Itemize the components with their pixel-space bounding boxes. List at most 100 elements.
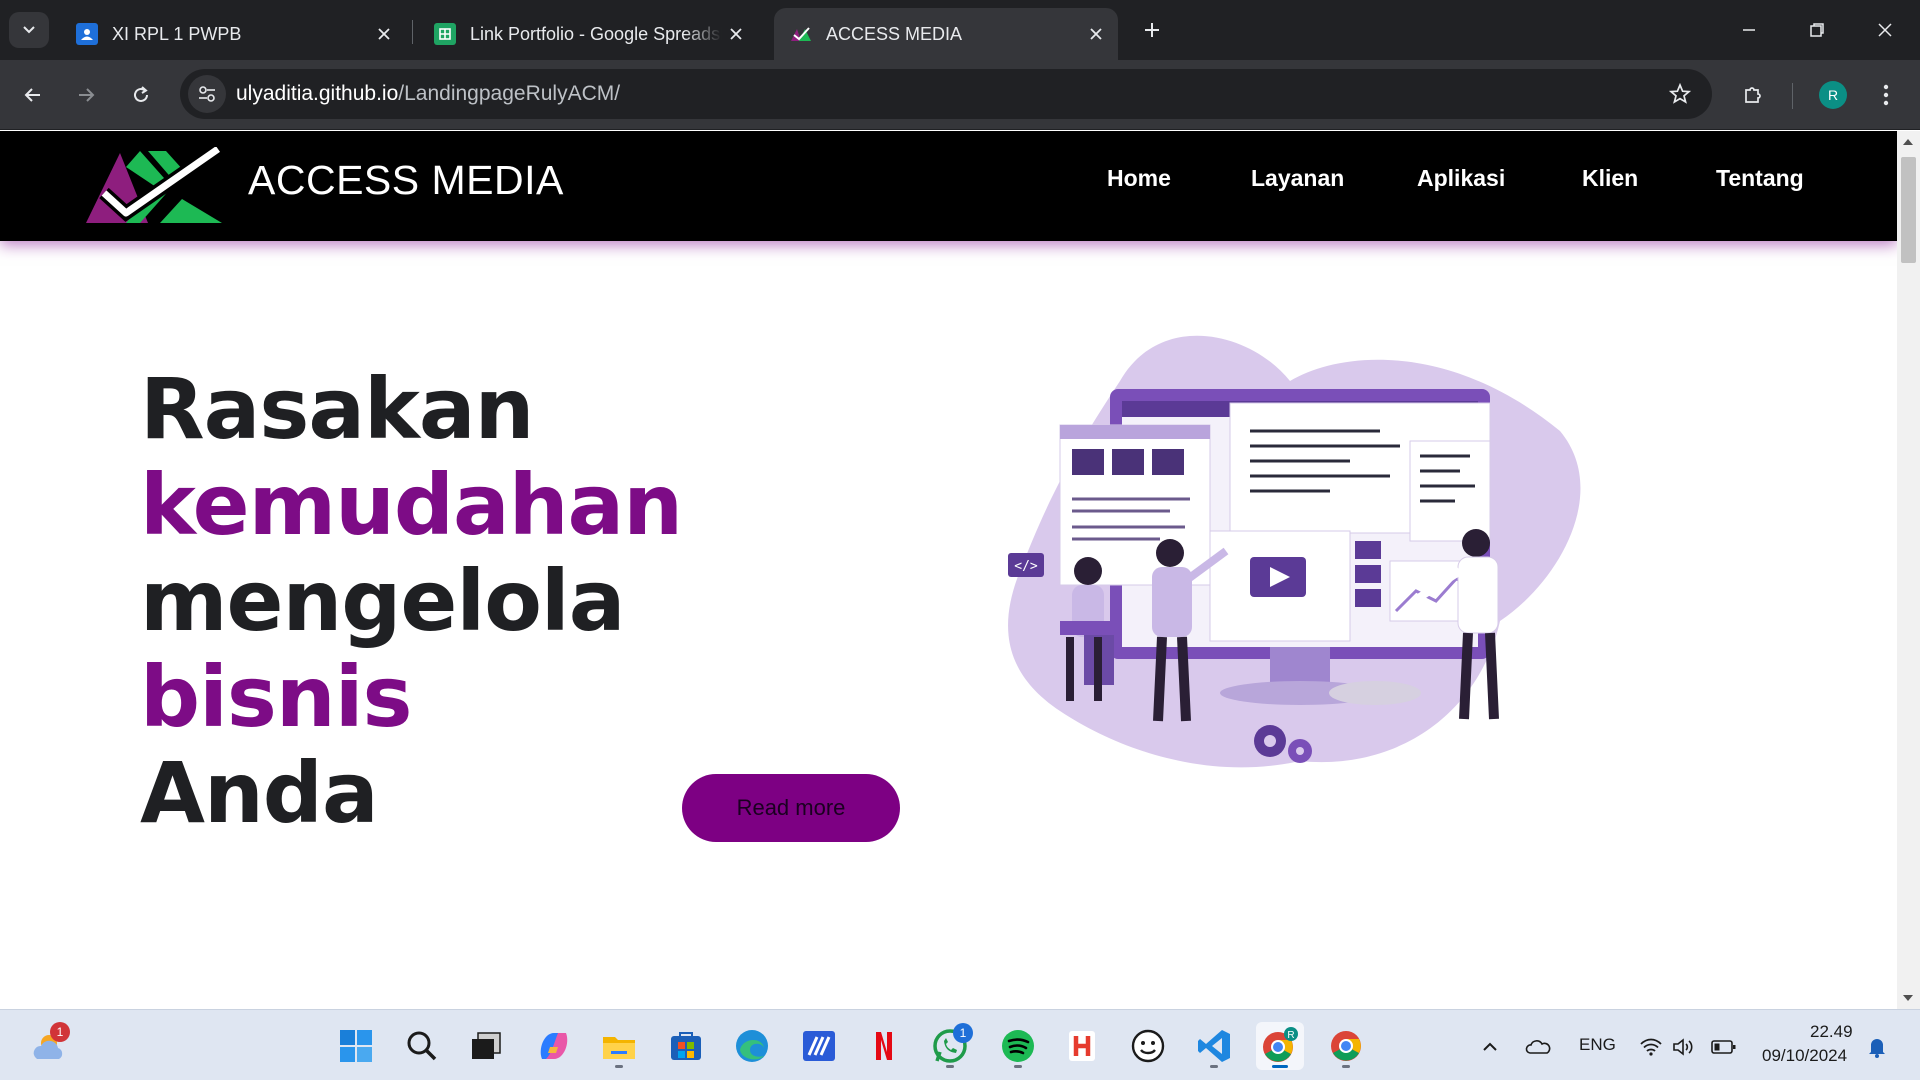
access-media-favicon [790, 23, 812, 45]
weather-widget[interactable]: 1 [24, 1022, 72, 1070]
scrollbar-thumb[interactable] [1901, 157, 1916, 263]
google-classroom-icon [76, 23, 98, 45]
notification-badge: 1 [953, 1023, 973, 1043]
star-icon [1669, 83, 1691, 104]
close-window-button[interactable] [1862, 10, 1908, 50]
file-explorer-icon[interactable] [595, 1022, 643, 1070]
profile-button[interactable]: R [1813, 75, 1853, 115]
nav-link-home[interactable]: Home [1107, 165, 1171, 192]
close-icon[interactable] [722, 20, 750, 48]
hero-accent-word: kemudahan [140, 456, 683, 554]
brand-name: ACCESS MEDIA [248, 157, 564, 203]
url-host: ulyaditia.github.io [236, 82, 399, 105]
edge-icon[interactable] [728, 1022, 776, 1070]
close-icon[interactable] [1082, 20, 1110, 48]
chrome-icon[interactable] [1322, 1022, 1370, 1070]
microsoft-store-icon[interactable] [662, 1022, 710, 1070]
tab-spreadsheet[interactable]: Link Portfolio - Google Spreadsheets [418, 8, 758, 60]
hero-line-4: Anda [140, 744, 379, 842]
arrow-left-icon [24, 88, 40, 102]
scroll-up-icon[interactable] [1903, 139, 1913, 145]
spotify-icon[interactable] [994, 1022, 1042, 1070]
hero-headline: Rasakan kemudahan mengelola bisnis Anda [140, 361, 900, 841]
scroll-down-icon[interactable] [1903, 995, 1913, 1001]
arrow-right-icon [79, 88, 95, 102]
browser-tab-strip: XI RPL 1 PWPB Link Portfolio - Google Sp… [0, 0, 1920, 60]
extensions-button[interactable] [1733, 75, 1773, 115]
site-info-button[interactable] [188, 75, 226, 113]
tab-divider [412, 20, 413, 44]
reload-icon [134, 86, 148, 102]
close-icon[interactable] [370, 20, 398, 48]
running-indicator [1342, 1065, 1350, 1068]
nav-link-layanan[interactable]: Layanan [1251, 165, 1344, 192]
search-icon[interactable] [398, 1022, 446, 1070]
clock-time[interactable]: 22.49 [1810, 1022, 1853, 1042]
read-more-button[interactable]: Read more [682, 774, 900, 842]
hackerrank-icon[interactable] [1058, 1022, 1106, 1070]
volume-icon[interactable] [1669, 1032, 1699, 1062]
nav-link-aplikasi[interactable]: Aplikasi [1417, 165, 1505, 192]
whatsapp-icon[interactable]: 1 [926, 1022, 974, 1070]
nav-link-klien[interactable]: Klien [1582, 165, 1638, 192]
battery-icon[interactable] [1709, 1032, 1739, 1062]
close-icon [1878, 23, 1892, 37]
chevron-up-icon[interactable] [1475, 1032, 1505, 1062]
vscode-icon[interactable] [1190, 1022, 1238, 1070]
windows-taskbar: 1 1 R ENG 22.49 09/10/2024 [0, 1009, 1920, 1080]
page-scrollbar[interactable] [1897, 131, 1920, 1009]
notification-badge: 1 [50, 1022, 70, 1042]
tab-title: XI RPL 1 PWPB [112, 23, 242, 44]
site-navbar: ACCESS MEDIA Home Layanan Aplikasi Klien… [0, 131, 1897, 241]
minimize-button[interactable] [1726, 10, 1772, 50]
nav-link-tentang[interactable]: Tentang [1716, 165, 1804, 192]
minimize-icon [1743, 29, 1755, 31]
bookmark-button[interactable] [1664, 78, 1696, 110]
tab-access-media[interactable]: ACCESS MEDIA [774, 8, 1118, 60]
toolbar-divider [1792, 83, 1793, 109]
tab-title: Link Portfolio - Google Spreadsheets [470, 23, 722, 44]
emoji-app-icon[interactable] [1124, 1022, 1172, 1070]
reload-button[interactable] [121, 75, 161, 115]
restore-icon [1810, 23, 1824, 37]
address-bar[interactable]: ulyaditia.github.io/LandingpageRulyACM/ [180, 69, 1712, 119]
task-view-icon[interactable] [462, 1022, 510, 1070]
tab-search-button[interactable] [9, 12, 49, 48]
new-tab-button[interactable] [1136, 14, 1168, 46]
tab-title: ACCESS MEDIA [826, 23, 963, 44]
puzzle-icon [1745, 87, 1761, 103]
page-viewport: ACCESS MEDIA Home Layanan Aplikasi Klien… [0, 131, 1897, 1009]
tab-classroom[interactable]: XI RPL 1 PWPB [60, 8, 406, 60]
language-indicator[interactable]: ENG [1579, 1035, 1616, 1055]
restore-button[interactable] [1794, 10, 1840, 50]
onedrive-icon[interactable] [1523, 1032, 1553, 1062]
running-indicator [615, 1065, 623, 1068]
running-indicator [1014, 1065, 1022, 1068]
copilot-icon[interactable] [530, 1022, 578, 1070]
notification-bell-icon[interactable] [1862, 1032, 1892, 1062]
netflix-icon[interactable] [860, 1022, 908, 1070]
browser-toolbar: ulyaditia.github.io/LandingpageRulyACM/ … [0, 60, 1920, 130]
code-tag-label: </> [1014, 559, 1038, 574]
back-button[interactable] [13, 75, 53, 115]
code-editor-icon[interactable] [795, 1022, 843, 1070]
plus-icon [1145, 23, 1159, 37]
tune-icon [199, 86, 215, 102]
profile-initial: R [1287, 1030, 1294, 1041]
clock-date[interactable]: 09/10/2024 [1762, 1046, 1847, 1066]
avatar: R [1819, 81, 1847, 109]
hero-illustration: </> [1008, 335, 1581, 768]
chrome-profile-icon[interactable]: R [1256, 1022, 1304, 1070]
menu-button[interactable] [1866, 75, 1906, 115]
hero-line-1: Rasakan [140, 360, 534, 458]
google-sheets-icon [434, 23, 456, 45]
windows-start-icon[interactable] [332, 1022, 380, 1070]
wifi-icon[interactable] [1636, 1032, 1666, 1062]
chevron-down-icon [23, 26, 35, 34]
running-indicator [1210, 1065, 1218, 1068]
access-media-logo[interactable] [86, 147, 222, 225]
more-vertical-icon [1883, 84, 1889, 106]
running-indicator [1272, 1065, 1288, 1068]
hero-line-3: mengelola [140, 552, 625, 650]
forward-button[interactable] [66, 75, 106, 115]
